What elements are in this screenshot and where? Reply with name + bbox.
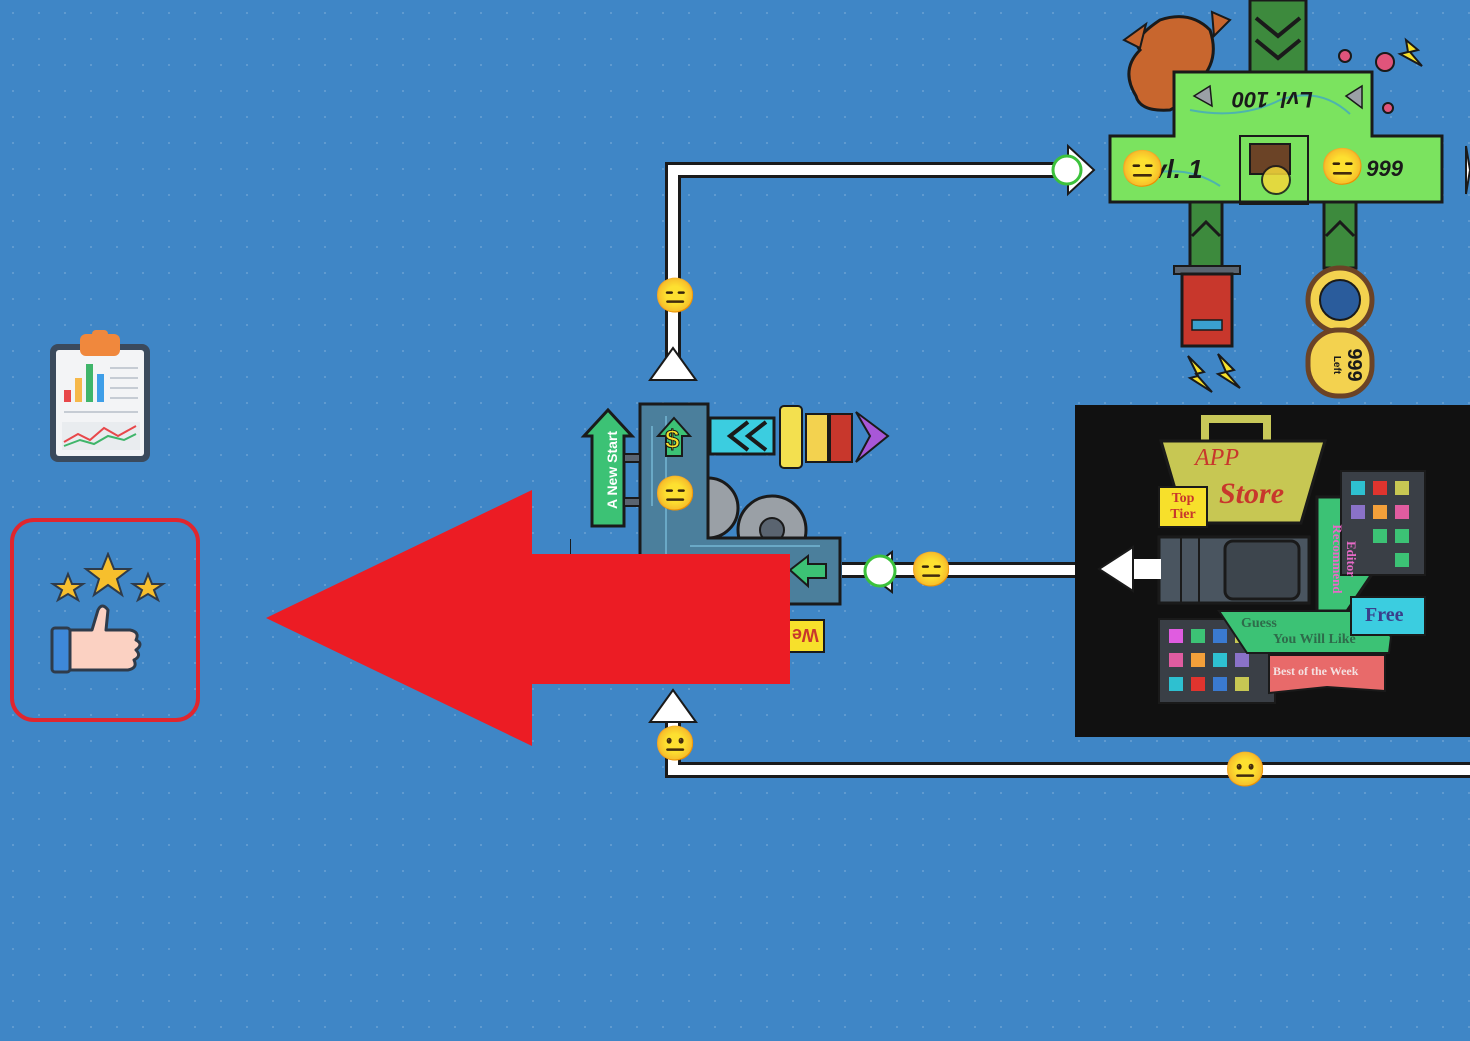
store-title-line1: APP: [1195, 445, 1239, 471]
connector-node: [1051, 154, 1083, 186]
counter-value: 999: [1343, 348, 1365, 382]
top-tier-line2: Tier: [1170, 507, 1196, 522]
store-title-line2: Store: [1219, 477, 1285, 510]
status-emoji: 😑: [910, 551, 953, 589]
guess-label: Guess You Will Like: [1241, 616, 1356, 648]
level-block[interactable]: Lvl. 100 vl. 1 . 999 999 Left: [1100, 0, 1470, 410]
top-tier-line1: Top: [1171, 491, 1195, 506]
guess-line1: Guess: [1241, 616, 1277, 631]
status-emoji: 😑: [1320, 146, 1365, 187]
editor-line1: Editor: [1344, 540, 1359, 578]
editor-line2: Recommend: [1330, 524, 1345, 594]
guess-line2: You Will Like: [1273, 632, 1356, 647]
counter-badge: 999 Left: [1315, 345, 1365, 385]
top-tier-label: Top Tier: [1161, 491, 1205, 523]
status-emoji: 😑: [654, 277, 697, 315]
hint-arrow-left: [266, 490, 790, 746]
counter-unit: Left: [1331, 355, 1342, 375]
currency-symbol: $: [664, 424, 680, 455]
app-store-block[interactable]: APP Store Top Tier Editor Recommend Free…: [1075, 405, 1470, 737]
status-emoji: 😐: [1224, 751, 1267, 789]
flow-arrow-up: [648, 346, 698, 381]
free-label: Free: [1365, 604, 1404, 626]
best-week-label: Best of the Week: [1273, 664, 1359, 678]
status-emoji: 😑: [1120, 148, 1165, 189]
editor-label: Editor Recommend: [1330, 494, 1359, 624]
level-top-label: Lvl. 100: [1232, 87, 1313, 112]
